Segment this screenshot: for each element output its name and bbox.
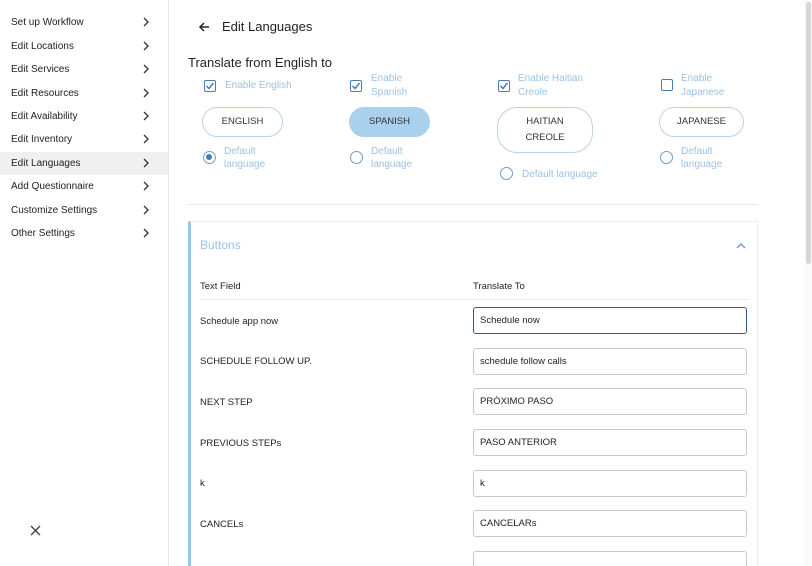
- row-label-3: PREVIOUS STEPs: [200, 438, 282, 449]
- translate-input-4[interactable]: [473, 470, 747, 497]
- enable-spanish-checkbox[interactable]: [350, 80, 362, 92]
- sidebar-item-label: Edit Languages: [11, 158, 81, 169]
- section-divider: [188, 204, 758, 205]
- enable-spanish-label: Enable Spanish: [371, 73, 408, 98]
- sidebar-item-other-settings[interactable]: Other Settings: [0, 222, 168, 245]
- checkmark-icon: [351, 82, 361, 90]
- translate-input-3[interactable]: [473, 429, 747, 456]
- sidebar-item-add-questionnaire[interactable]: Add Questionnaire: [0, 175, 168, 198]
- default-english-radio[interactable]: [203, 151, 216, 164]
- sidebar-item-edit-inventory[interactable]: Edit Inventory: [0, 128, 168, 151]
- sidebar-item-label: Other Settings: [11, 228, 75, 239]
- chevron-right-icon: [143, 88, 149, 98]
- sidebar-item-label: Edit Services: [11, 64, 70, 75]
- chevron-right-icon: [143, 17, 149, 27]
- page-title: Edit Languages: [222, 19, 313, 34]
- enable-japanese-checkbox[interactable]: [661, 79, 673, 91]
- lang-pill-spanish[interactable]: SPANISH: [349, 107, 430, 137]
- chevron-right-icon: [143, 228, 149, 238]
- sidebar-item-edit-locations[interactable]: Edit Locations: [0, 35, 168, 58]
- chevron-right-icon: [143, 64, 149, 74]
- lang-pill-haitian-creole[interactable]: HAITIAN CREOLE: [497, 107, 593, 153]
- chevron-right-icon: [143, 111, 149, 121]
- default-japanese-radio[interactable]: [660, 151, 673, 164]
- chevron-right-icon: [143, 134, 149, 144]
- lang-pill-label: HAITIAN CREOLE: [525, 116, 565, 143]
- translate-input-2[interactable]: [473, 388, 747, 415]
- translate-input-1[interactable]: [473, 348, 747, 375]
- sidebar-item-edit-resources[interactable]: Edit Resources: [0, 82, 168, 105]
- row-label-5: CANCELs: [200, 519, 244, 530]
- sidebar-item-label: Edit Resources: [11, 88, 79, 99]
- sidebar-item-set-up-workflow[interactable]: Set up Workflow: [0, 11, 168, 34]
- close-icon[interactable]: [29, 524, 42, 537]
- default-spanish-radio[interactable]: [350, 151, 363, 164]
- scrollbar-thumb[interactable]: [806, 2, 811, 264]
- chevron-right-icon: [143, 181, 149, 191]
- sidebar-item-label: Edit Inventory: [11, 134, 73, 145]
- sidebar-item-edit-languages[interactable]: Edit Languages: [0, 152, 168, 175]
- row-label-2: NEXT STEP: [200, 397, 253, 408]
- lang-pill-japanese[interactable]: JAPANESE: [659, 107, 744, 137]
- default-haitian-creole-label: Default language: [522, 169, 598, 180]
- sidebar-item-edit-availability[interactable]: Edit Availability: [0, 105, 168, 128]
- enable-english-checkbox[interactable]: [204, 80, 216, 92]
- translate-input-6[interactable]: [473, 551, 747, 566]
- back-arrow-icon[interactable]: [197, 20, 211, 34]
- chevron-right-icon: [143, 205, 149, 215]
- col-header-text-field: Text Field: [200, 281, 241, 292]
- translate-input-0[interactable]: [473, 307, 747, 334]
- translate-heading: Translate from English to: [188, 55, 333, 70]
- default-haitian-creole-radio[interactable]: [500, 167, 513, 180]
- enable-haitian-creole-label: Enable Haitian Creole: [518, 73, 584, 98]
- sidebar-item-customize-settings[interactable]: Customize Settings: [0, 199, 168, 222]
- buttons-section-card: Buttons Text Field Translate To Schedule…: [188, 221, 758, 566]
- sidebar-item-label: Customize Settings: [11, 205, 98, 216]
- sidebar-item-label: Set up Workflow: [11, 17, 84, 28]
- buttons-section-title[interactable]: Buttons: [200, 238, 241, 252]
- chevron-up-icon[interactable]: [735, 240, 747, 252]
- sidebar-item-label: Add Questionnaire: [11, 181, 94, 192]
- scrollbar[interactable]: [804, 0, 812, 566]
- chevron-right-icon: [143, 41, 149, 51]
- row-label-0: Schedule app now: [200, 316, 279, 327]
- enable-haitian-creole-checkbox[interactable]: [498, 80, 510, 92]
- default-japanese-label: Default language: [681, 146, 723, 170]
- lang-pill-english[interactable]: ENGLISH: [202, 107, 283, 137]
- sidebar-item-label: Edit Locations: [11, 41, 74, 52]
- col-header-translate-to: Translate To: [473, 281, 525, 292]
- header-divider: [200, 299, 748, 300]
- row-label-4: k: [200, 478, 205, 489]
- sidebar: Set up Workflow Edit Locations Edit Serv…: [0, 0, 169, 566]
- sidebar-item-label: Edit Availability: [11, 111, 78, 122]
- enable-japanese-label: Enable Japanese: [681, 73, 725, 98]
- translate-input-5[interactable]: [473, 510, 747, 537]
- enable-english-label: Enable English: [225, 80, 292, 91]
- sidebar-item-edit-services[interactable]: Edit Services: [0, 58, 168, 81]
- row-label-1: SCHEDULE FOLLOW UP.: [200, 356, 312, 367]
- chevron-right-icon: [143, 158, 149, 168]
- checkmark-icon: [499, 82, 509, 90]
- default-spanish-label: Default language: [371, 146, 413, 170]
- default-english-label: Default language: [224, 146, 266, 170]
- main-content: Edit Languages Translate from English to…: [169, 0, 812, 566]
- checkmark-icon: [205, 82, 215, 90]
